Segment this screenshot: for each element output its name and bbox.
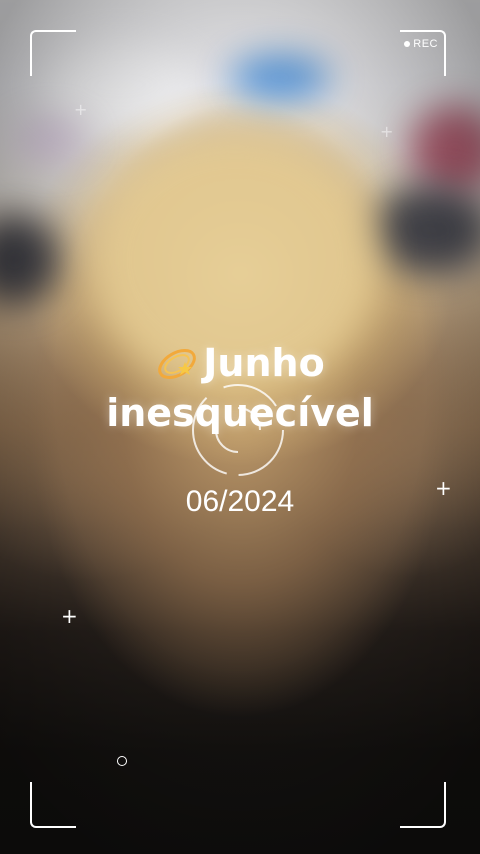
frame-corner-bottom-left xyxy=(30,782,76,828)
frame-corner-top-right xyxy=(400,30,446,76)
rec-indicator: REC xyxy=(404,38,438,50)
rec-label: REC xyxy=(413,38,438,50)
dizzy-comet-icon xyxy=(158,349,197,379)
frame-corner-top-left xyxy=(30,30,76,76)
camera-story-screen: REC + + + + Junho inesquecível 06/2024 xyxy=(0,0,480,854)
plus-icon: + xyxy=(380,122,394,141)
frame-corner-bottom-right xyxy=(400,782,446,828)
story-date: 06/2024 xyxy=(185,485,295,518)
title-line-1: Junho xyxy=(0,338,480,388)
plus-icon: + xyxy=(61,604,78,628)
title-line-2: inesquecível xyxy=(106,391,374,435)
story-title: Junho inesquecível xyxy=(0,338,480,438)
circle-icon xyxy=(117,756,127,766)
plus-icon: + xyxy=(74,100,88,119)
title-line-1-text: Junho xyxy=(203,341,325,385)
rec-dot-icon xyxy=(404,41,411,47)
